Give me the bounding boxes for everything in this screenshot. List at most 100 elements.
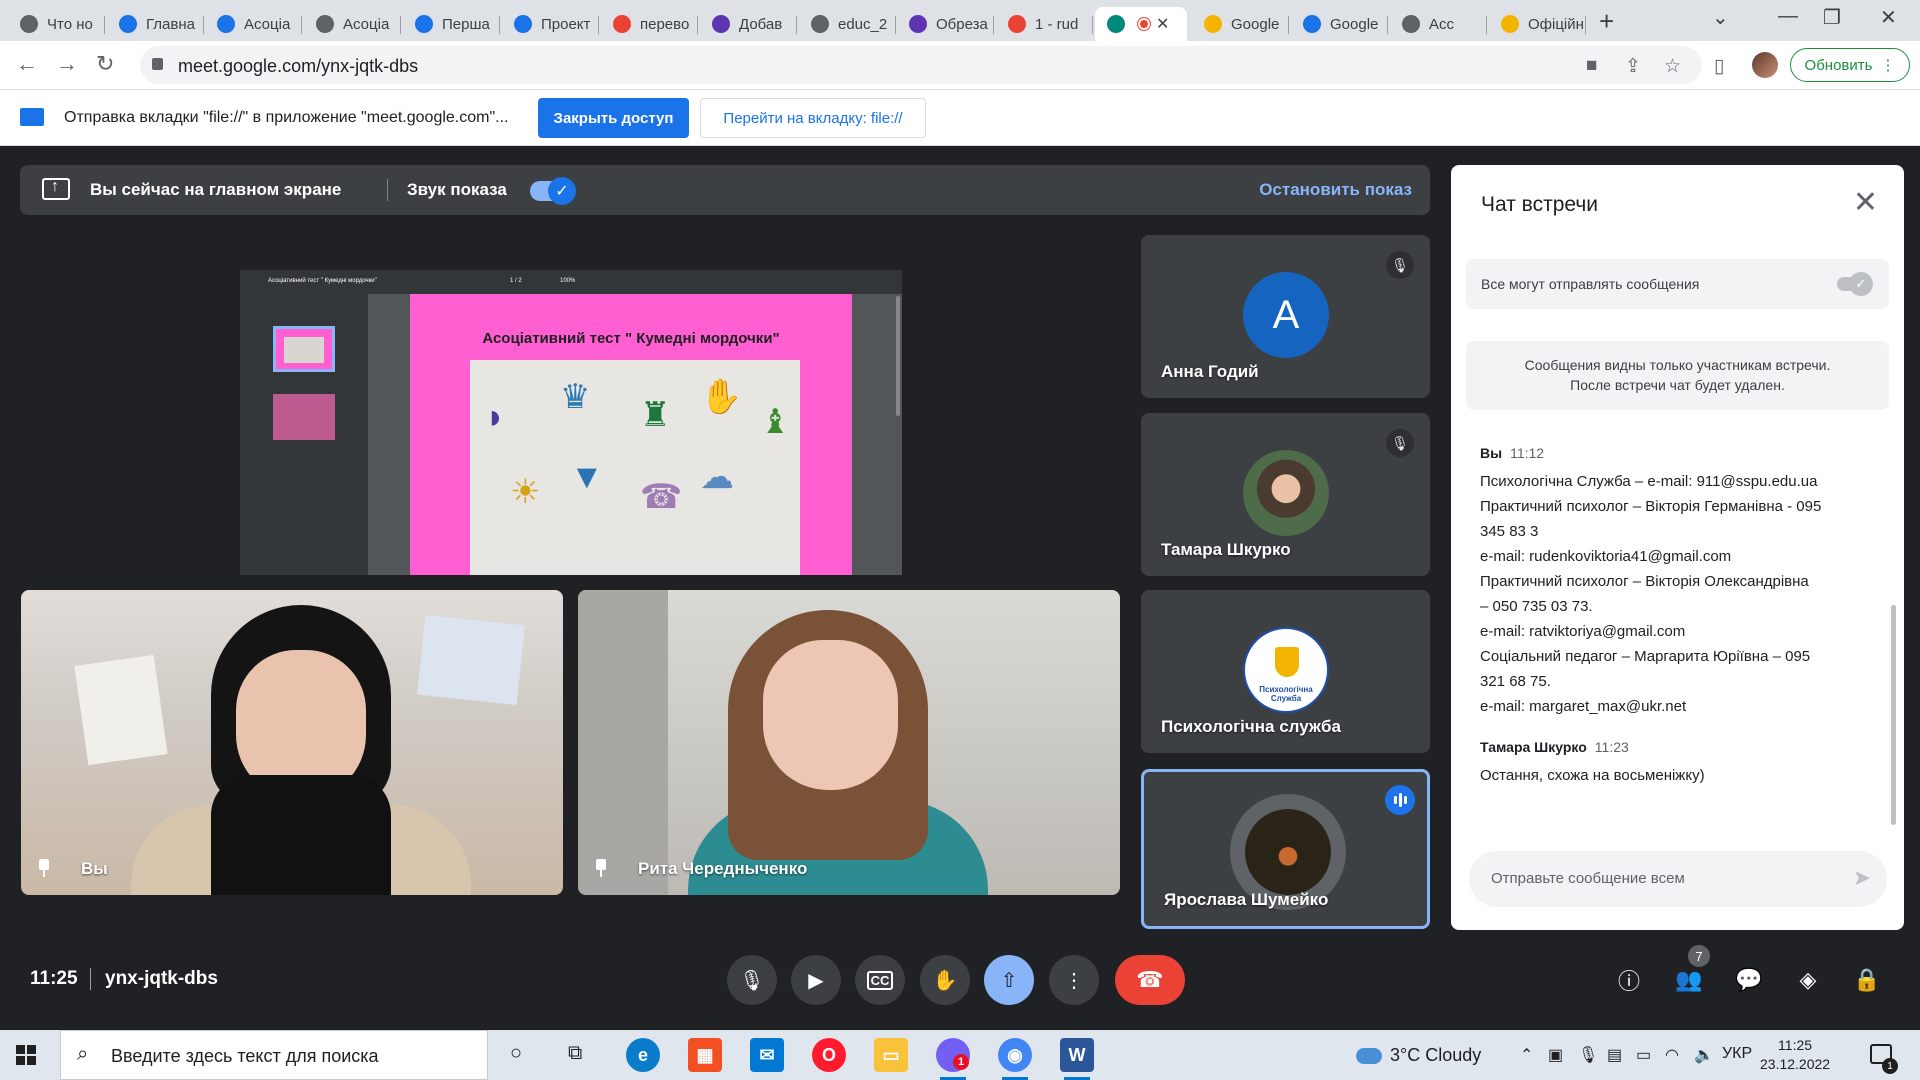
volume-icon[interactable]: 🔈 <box>1694 1045 1714 1065</box>
browser-tab[interactable]: Проект <box>502 7 599 41</box>
bookmark-star-icon[interactable]: ☆ <box>1664 55 1681 78</box>
browser-tab[interactable]: Асоціа <box>304 7 401 41</box>
update-button[interactable]: Обновить ⋮ <box>1790 48 1910 82</box>
browser-tab[interactable]: Добав <box>700 7 797 41</box>
participant-tile-rita[interactable]: Рита Чередныченко <box>578 590 1120 895</box>
reload-icon[interactable]: ↻ <box>96 51 114 77</box>
allow-messages-setting: Все могут отправлять сообщения ✓ <box>1466 259 1889 309</box>
participant-tile-me[interactable]: Вы <box>21 590 563 895</box>
close-tab-icon[interactable]: ✕ <box>1156 14 1169 34</box>
host-controls-icon[interactable]: 🔒 <box>1850 963 1884 997</box>
browser-tab[interactable]: Главна <box>107 7 204 41</box>
tab-separator <box>697 16 698 34</box>
browser-tab[interactable]: Перша <box>403 7 500 41</box>
stop-sharing-button[interactable]: Закрыть доступ <box>538 98 689 138</box>
c-logo-icon <box>415 15 433 33</box>
camera-button[interactable]: ▶ <box>791 955 841 1005</box>
microphone-button[interactable]: 🎙 <box>727 955 777 1005</box>
chat-scrollbar[interactable] <box>1891 605 1896 825</box>
chat-message-text: e-mail: rudenkoviktoria41@gmail.com <box>1480 548 1732 565</box>
lock-icon[interactable] <box>152 58 163 70</box>
check-icon: ✓ <box>1849 272 1873 296</box>
chat-messages: Вы 11:12 Психологічна Служба – e-mail: 911… <box>1480 445 1880 808</box>
chat-message-text: Практичний психолог – Вікторія Олександр… <box>1480 573 1809 590</box>
pdf-scrollbar[interactable] <box>896 296 900 416</box>
profile-avatar[interactable] <box>1752 52 1778 78</box>
camera-in-use-icon[interactable]: ■ <box>1586 55 1597 77</box>
participant-name: Ярослава Шумейко <box>1164 890 1329 909</box>
word-icon[interactable]: W <box>1060 1038 1094 1080</box>
mail-icon[interactable]: ✉ <box>750 1038 784 1072</box>
browser-tab[interactable]: Google <box>1192 7 1289 41</box>
meeting-time: 11:25 <box>30 968 78 989</box>
microphone-tray-icon[interactable]: 🎙 <box>1578 1045 1598 1065</box>
browser-tab[interactable]: ✕ <box>1095 7 1187 41</box>
close-icon[interactable]: ✕ <box>1853 188 1878 218</box>
store-icon[interactable]: ▦ <box>688 1038 722 1072</box>
browser-tab[interactable]: Офіційн <box>1489 7 1586 41</box>
edge-icon[interactable]: e <box>626 1038 660 1072</box>
browser-tab-label: Перша <box>442 15 490 33</box>
browser-tab[interactable]: educ_2 <box>799 7 896 41</box>
cortana-icon[interactable]: ○ <box>510 1042 522 1065</box>
doodle: ☎ <box>640 478 683 516</box>
battery-icon[interactable]: ▭ <box>1636 1045 1651 1065</box>
minimize-icon[interactable]: — <box>1778 5 1798 28</box>
back-arrow-icon[interactable]: ← <box>16 51 38 77</box>
address-bar[interactable]: meet.google.com/ynx-jqtk-dbs ■ ⇪ ☆ <box>140 46 1702 84</box>
browser-tab[interactable]: Что но <box>8 7 105 41</box>
browser-tab[interactable]: 1 - rud <box>996 7 1093 41</box>
send-icon[interactable]: ➤ <box>1853 865 1871 891</box>
stop-presenting-button[interactable]: Остановить показ <box>1259 180 1412 200</box>
go-to-tab-button[interactable]: Перейти на вкладку: file:// <box>700 98 926 138</box>
more-options-button[interactable]: ⋮ <box>1049 955 1099 1005</box>
raise-hand-button[interactable]: ✋ <box>920 955 970 1005</box>
side-panel-icon[interactable]: ▯ <box>1714 55 1724 78</box>
browser-tab-label: Асоціа <box>244 15 291 33</box>
browser-tab[interactable]: Асоціа <box>205 7 302 41</box>
tab-search-icon[interactable]: ⌄ <box>1712 5 1729 30</box>
taskbar-search-input[interactable]: ⌕ Введите здесь текст для поиска <box>60 1030 488 1080</box>
chat-icon[interactable]: 💬 <box>1732 963 1766 997</box>
forward-arrow-icon[interactable]: → <box>56 51 78 77</box>
chrome-icon[interactable]: ◉ <box>998 1038 1032 1080</box>
windows-start-icon[interactable] <box>16 1045 36 1065</box>
present-button[interactable]: ⇧ <box>984 955 1034 1005</box>
browser-tab[interactable]: перево <box>601 7 698 41</box>
participant-tile-anna[interactable]: A 🎙 Анна Годий <box>1141 235 1430 398</box>
network-share-icon[interactable]: ▤ <box>1607 1045 1622 1065</box>
new-tab-icon[interactable]: + <box>1599 8 1614 34</box>
wifi-icon[interactable]: ◠ <box>1665 1045 1679 1065</box>
captions-button[interactable]: CC <box>855 955 905 1005</box>
participant-tile-yaroslava[interactable]: Ярослава Шумейко <box>1141 769 1430 929</box>
activities-icon[interactable]: ◈ <box>1791 963 1825 997</box>
camera-tray-icon[interactable]: ▣ <box>1548 1045 1563 1065</box>
restore-icon[interactable]: ❐ <box>1823 5 1841 30</box>
pin-icon[interactable] <box>594 859 608 877</box>
leave-call-button[interactable]: ☎ <box>1115 955 1185 1005</box>
close-window-icon[interactable]: ✕ <box>1880 5 1897 30</box>
browser-tab[interactable]: Обреза <box>897 7 994 41</box>
viber-icon[interactable]: 1 <box>936 1038 970 1080</box>
meeting-details-icon[interactable]: ⓘ <box>1612 963 1646 997</box>
system-clock[interactable]: 11:25 23.12.2022 <box>1760 1036 1830 1074</box>
task-view-icon[interactable]: ⧉ <box>568 1042 582 1065</box>
sound-toggle[interactable]: ✓ <box>530 177 576 205</box>
weather-widget[interactable]: 3°C Cloudy <box>1356 1045 1481 1066</box>
people-icon[interactable]: 👥 <box>1672 963 1706 997</box>
allow-messages-toggle[interactable]: ✓ <box>1837 272 1873 296</box>
more-vert-icon: ⋮ <box>1064 969 1084 992</box>
chat-message-text: 345 83 3 <box>1480 523 1539 540</box>
pin-icon[interactable] <box>37 859 51 877</box>
chat-input[interactable]: Отправьте сообщение всем ➤ <box>1469 851 1887 907</box>
language-indicator[interactable]: УКР <box>1722 1045 1752 1063</box>
browser-tab[interactable]: Google <box>1291 7 1388 41</box>
participant-tile-psy[interactable]: Психологічна Служба Психологічна служба <box>1141 590 1430 753</box>
tab-separator <box>796 16 797 34</box>
browser-tab[interactable]: Асс <box>1390 7 1487 41</box>
participant-tile-tamara[interactable]: 🎙 Тамара Шкурко <box>1141 413 1430 576</box>
opera-icon[interactable]: O <box>812 1038 846 1072</box>
share-icon[interactable]: ⇪ <box>1625 55 1641 78</box>
file-explorer-icon[interactable]: ▭ <box>874 1038 908 1072</box>
chevron-up-icon[interactable]: ⌃ <box>1520 1045 1533 1065</box>
